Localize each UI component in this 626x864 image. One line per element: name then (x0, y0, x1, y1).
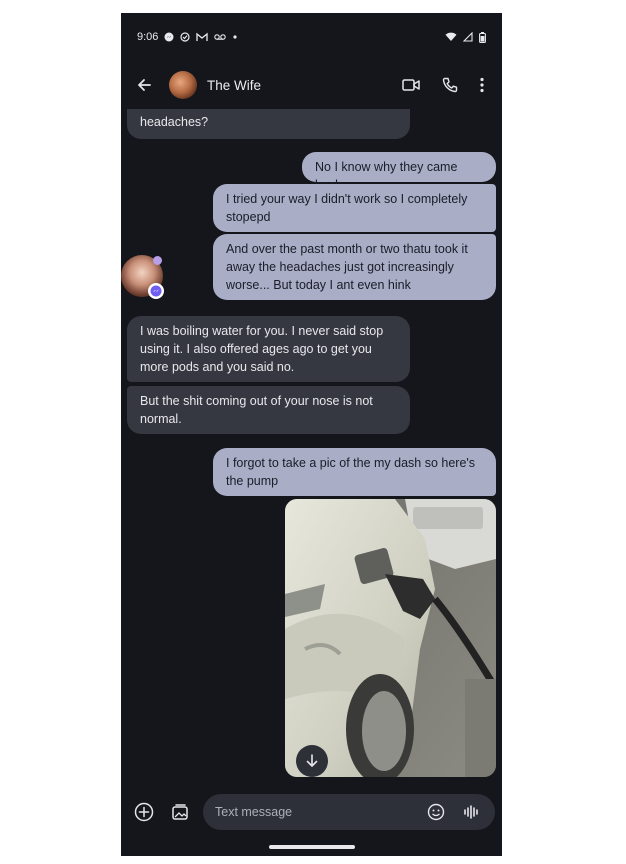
message-input-placeholder[interactable]: Text message (215, 805, 421, 819)
message-bubble-outgoing[interactable]: I tried your way I didn't work so I comp… (213, 184, 496, 232)
status-bar: 9:06 (121, 13, 502, 61)
composer-bar: Text message (121, 791, 502, 836)
more-vert-icon (480, 77, 484, 93)
emoji-button[interactable] (421, 797, 451, 827)
voice-message-button[interactable] (457, 797, 487, 827)
dot-icon (232, 34, 238, 40)
message-bubble-incoming[interactable]: headaches? (127, 109, 410, 139)
signal-icon (463, 32, 473, 42)
scroll-to-bottom-button[interactable] (296, 745, 328, 777)
gas-pump-photo (285, 499, 496, 777)
gallery-button[interactable] (167, 799, 193, 825)
phone-icon (442, 77, 458, 93)
arrow-back-icon (138, 79, 151, 91)
image-attachment[interactable] (285, 499, 496, 777)
message-bubble-outgoing[interactable]: I forgot to take a pic of the my dash so… (213, 448, 496, 496)
video-call-icon (402, 79, 420, 91)
message-bubble-incoming[interactable]: But the shit coming out of your nose is … (127, 386, 410, 434)
more-options-button[interactable] (480, 77, 484, 93)
conversation-header: The Wife (121, 61, 502, 109)
add-icon (134, 802, 154, 822)
check-circle-icon (180, 32, 191, 42)
message-bubble-outgoing[interactable]: And over the past month or two thatu too… (213, 234, 496, 300)
home-indicator[interactable] (269, 845, 355, 849)
status-time: 9:06 (137, 31, 159, 43)
battery-icon (479, 31, 486, 43)
emoji-icon (427, 803, 445, 821)
gallery-icon (172, 804, 188, 820)
wifi-icon (445, 32, 457, 42)
messenger-badge-icon (148, 283, 164, 299)
arrow-down-icon (306, 754, 318, 767)
message-bubble-incoming[interactable]: I was boiling water for you. I never sai… (127, 316, 410, 382)
unread-dot-badge (153, 256, 162, 265)
message-input[interactable]: Text message (203, 794, 495, 830)
back-button[interactable] (131, 72, 157, 98)
contact-avatar[interactable] (169, 71, 197, 99)
gmail-icon (196, 32, 209, 42)
phone-screen: 9:06 The Wife headaches? No I know why t… (121, 13, 502, 856)
messenger-icon (164, 32, 174, 42)
message-thread[interactable]: headaches? No I know why they came back … (121, 109, 502, 791)
video-call-button[interactable] (402, 78, 420, 92)
message-bubble-outgoing[interactable]: No I know why they came back (302, 152, 496, 192)
voice-icon (464, 805, 478, 819)
add-attachment-button[interactable] (131, 799, 157, 825)
contact-name[interactable]: The Wife (207, 78, 402, 93)
voicemail-icon (214, 33, 227, 41)
phone-call-button[interactable] (442, 77, 458, 93)
